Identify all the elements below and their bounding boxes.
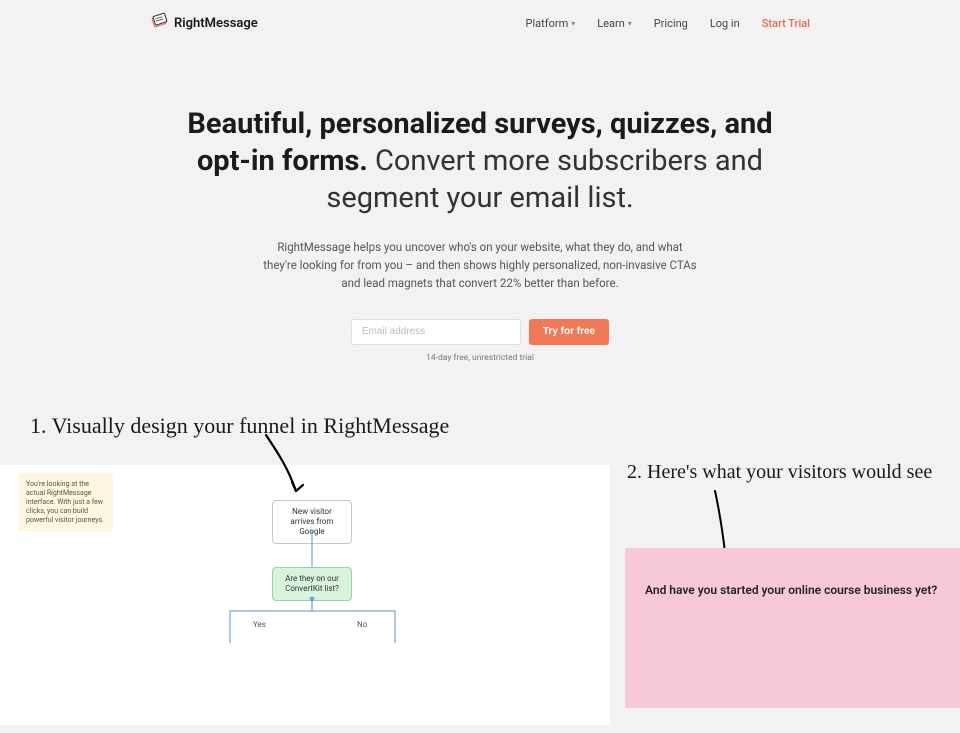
signup-form: Try for free bbox=[150, 319, 810, 345]
step2-heading: 2. Here's what your visitors would see bbox=[627, 461, 932, 484]
nav-label: Learn bbox=[597, 17, 625, 30]
email-input[interactable] bbox=[351, 319, 521, 345]
brand-name: RightMessage bbox=[174, 16, 258, 31]
nav-item-platform[interactable]: Platform ▾ bbox=[526, 17, 576, 30]
chevron-down-icon: ▾ bbox=[571, 19, 575, 28]
nav-links: Platform ▾ Learn ▾ Pricing Log in Start … bbox=[526, 17, 810, 30]
try-free-button[interactable]: Try for free bbox=[529, 319, 609, 345]
hero-subtext: RightMessage helps you uncover who's on … bbox=[260, 239, 700, 292]
brand[interactable]: RightMessage bbox=[150, 12, 258, 34]
visitor-question: And have you started your online course … bbox=[645, 582, 940, 599]
nav-item-login[interactable]: Log in bbox=[710, 17, 740, 30]
step1-heading: 1. Visually design your funnel in RightM… bbox=[30, 413, 449, 439]
nav-label: Pricing bbox=[654, 17, 688, 30]
branch-no-label: No bbox=[357, 620, 367, 629]
nav-label: Log in bbox=[710, 17, 740, 30]
trial-note: 14-day free, unrestricted trial bbox=[150, 353, 810, 363]
nav-item-pricing[interactable]: Pricing bbox=[654, 17, 688, 30]
headline-light: Convert more subscribers and segment you… bbox=[326, 144, 763, 215]
logo-icon bbox=[150, 12, 168, 34]
nav-item-learn[interactable]: Learn ▾ bbox=[597, 17, 632, 30]
nav-cta-start-trial[interactable]: Start Trial bbox=[762, 17, 810, 30]
nav-label: Platform bbox=[526, 17, 569, 30]
nav-cta-label: Start Trial bbox=[762, 17, 810, 30]
top-nav: RightMessage Platform ▾ Learn ▾ Pricing … bbox=[0, 0, 960, 46]
flow-node-decision[interactable]: Are they on our ConvertKit list? bbox=[272, 567, 352, 601]
chevron-down-icon: ▾ bbox=[628, 19, 632, 28]
info-tooltip: You're looking at the actual RightMessag… bbox=[18, 473, 113, 532]
flow-node-start[interactable]: New visitor arrives from Google bbox=[272, 500, 352, 544]
hero-headline: Beautiful, personalized surveys, quizzes… bbox=[175, 106, 785, 217]
visitor-preview-panel: And have you started your online course … bbox=[625, 548, 960, 708]
hero: Beautiful, personalized surveys, quizzes… bbox=[0, 106, 960, 363]
branch-yes-label: Yes bbox=[253, 620, 266, 629]
